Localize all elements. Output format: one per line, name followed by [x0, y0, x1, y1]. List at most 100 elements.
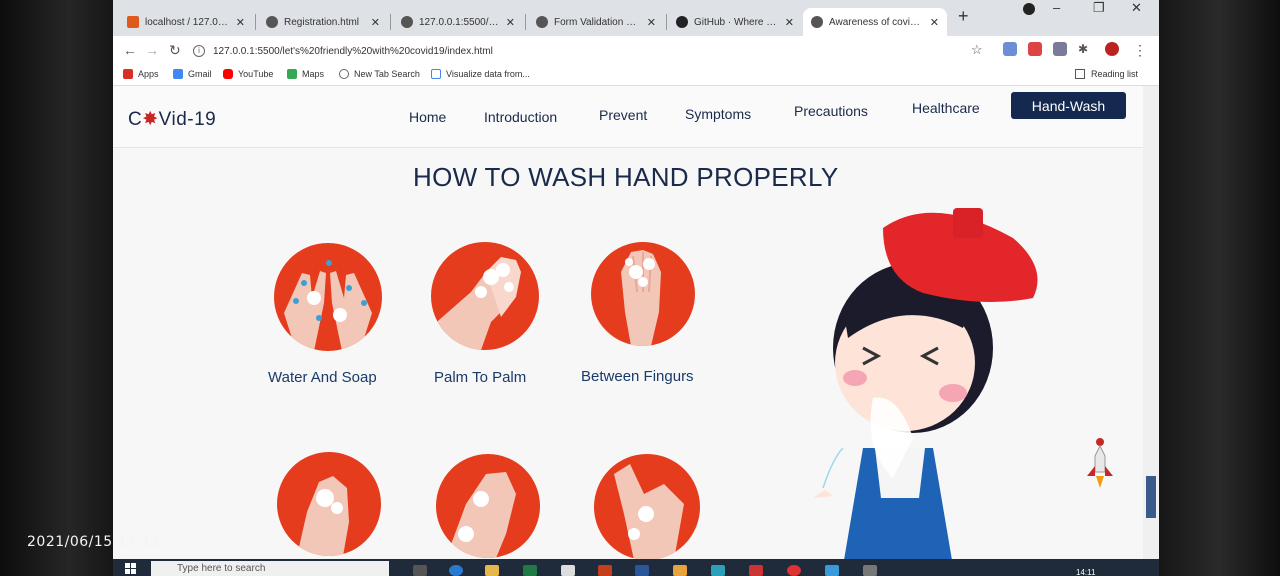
tab-github[interactable]: GitHub · Where softw ✕ [668, 8, 802, 36]
bookmark-label: Maps [302, 69, 325, 79]
globe-icon [536, 16, 548, 28]
close-icon[interactable]: ✕ [647, 16, 656, 29]
forward-icon[interactable]: → [145, 42, 159, 58]
close-icon[interactable]: ✕ [785, 16, 794, 29]
back-icon[interactable]: ← [123, 42, 137, 58]
word-icon[interactable] [635, 565, 649, 576]
restore-icon[interactable]: ❐ [1093, 0, 1105, 16]
bookmark-label: New Tab Search [354, 69, 420, 79]
browser-window: localhost / 127.0.0.1 / ✕ Registration.h… [113, 0, 1159, 566]
bookmark-visualize-data[interactable]: Visualize data from... [431, 69, 530, 79]
between-fingers-illustration [591, 242, 695, 346]
extension-icon[interactable] [1003, 42, 1017, 56]
tab-registration[interactable]: Registration.html ✕ [258, 8, 388, 36]
bookmark-star-icon[interactable]: ☆ [971, 42, 983, 58]
thumbs-illustration [594, 454, 700, 560]
tab-divider [255, 14, 256, 30]
taskbar-search-input[interactable]: Type here to search [151, 561, 389, 576]
close-window-icon[interactable]: ✕ [1131, 0, 1142, 16]
globe-icon [266, 16, 278, 28]
nav-hand-wash-button[interactable]: Hand-Wash [1011, 92, 1126, 119]
chrome-icon[interactable] [787, 565, 801, 576]
back-of-hands-illustration [277, 452, 381, 556]
youtube-icon [223, 69, 233, 79]
app-icon[interactable] [673, 565, 687, 576]
bookmark-label: Apps [138, 69, 159, 79]
tab-form-validation[interactable]: Form Validation Contr ✕ [528, 8, 664, 36]
apps-grid-icon [123, 69, 133, 79]
nav-precautions[interactable]: Precautions [794, 103, 868, 119]
nav-prevent[interactable]: Prevent [599, 107, 647, 123]
tab-label: Awareness of covid-1 [829, 16, 924, 28]
close-icon[interactable]: ✕ [236, 16, 245, 29]
task-view-icon[interactable] [413, 565, 427, 576]
rocket-icon[interactable] [1083, 436, 1117, 496]
hands-interlock-icon [446, 472, 516, 558]
monitor-bezel-right [1158, 0, 1280, 576]
app-icon[interactable] [711, 565, 725, 576]
tab-strip: localhost / 127.0.0.1 / ✕ Registration.h… [113, 0, 1159, 36]
extension-icon[interactable] [1028, 42, 1042, 56]
logo-text: Vid-19 [158, 109, 217, 130]
edge-icon[interactable] [449, 565, 463, 576]
new-tab-button[interactable]: + [958, 6, 969, 27]
interlocked-fingers-illustration [436, 454, 540, 558]
file-explorer-icon[interactable] [485, 565, 499, 576]
reading-list-button[interactable]: Reading list [1075, 69, 1138, 79]
app-icon[interactable] [749, 565, 763, 576]
tab-awareness-covid[interactable]: Awareness of covid-1 ✕ [803, 8, 947, 36]
nav-introduction[interactable]: Introduction [484, 109, 557, 125]
bookmark-youtube[interactable]: YouTube [223, 69, 273, 79]
hands-water-icon [284, 260, 372, 351]
tab-registr-local[interactable]: 127.0.0.1:5500/Registr ✕ [393, 8, 523, 36]
site-logo[interactable]: C✸Vid-19 [128, 108, 216, 131]
minimize-icon[interactable]: – [1053, 0, 1060, 15]
app-icon[interactable] [561, 565, 575, 576]
globe-icon [811, 16, 823, 28]
bookmark-label: Gmail [188, 69, 212, 79]
reload-icon[interactable]: ↻ [169, 42, 181, 59]
sick-girl-illustration [813, 208, 1038, 566]
scrollbar-thumb[interactable] [1146, 476, 1156, 518]
extension-icon[interactable] [1053, 42, 1067, 56]
search-icon [339, 69, 349, 79]
google-icon [173, 69, 183, 79]
bookmark-gmail[interactable]: Gmail [173, 69, 212, 79]
address-bar[interactable]: i 127.0.0.1:5500/let's%20friendly%20with… [193, 39, 973, 63]
bookmark-new-tab-search[interactable]: New Tab Search [339, 69, 420, 79]
tab-localhost[interactable]: localhost / 127.0.0.1 / ✕ [119, 8, 253, 36]
avatar[interactable] [1105, 42, 1119, 56]
nav-symptoms[interactable]: Symptoms [685, 106, 751, 122]
photo: localhost / 127.0.0.1 / ✕ Registration.h… [0, 0, 1280, 576]
nav-healthcare[interactable]: Healthcare [912, 100, 980, 116]
hands-back-icon [297, 476, 349, 556]
maps-icon [287, 69, 297, 79]
reading-list-label: Reading list [1091, 69, 1139, 79]
powerpoint-icon[interactable] [598, 565, 612, 576]
step-label-between-fingers: Between Fingurs [581, 368, 694, 385]
bookmark-maps[interactable]: Maps [287, 69, 324, 79]
hands-palm-icon [431, 257, 521, 350]
globe-icon [401, 16, 413, 28]
close-icon[interactable]: ✕ [371, 16, 380, 29]
puzzle-icon[interactable]: ✱ [1078, 42, 1088, 56]
step-label-water-and-soap: Water And Soap [268, 369, 377, 386]
site-info-icon[interactable]: i [193, 45, 205, 57]
menu-icon[interactable]: ⋮ [1133, 42, 1147, 59]
page-scrollbar[interactable] [1143, 86, 1159, 566]
windows-start-icon[interactable] [125, 563, 137, 575]
monitor-bezel-left [0, 0, 115, 576]
profile-icon[interactable] [1023, 3, 1035, 15]
hands-thumb-icon [614, 464, 684, 560]
close-icon[interactable]: ✕ [506, 16, 515, 29]
bookmark-apps[interactable]: Apps [123, 69, 159, 79]
close-icon[interactable]: ✕ [930, 16, 939, 29]
tab-label: Registration.html [284, 16, 360, 28]
nav-home[interactable]: Home [409, 109, 446, 125]
site-navbar: C✸Vid-19 Home Introduction Prevent Sympt… [113, 86, 1143, 148]
search-placeholder: Type here to search [177, 563, 266, 574]
tab-divider [390, 14, 391, 30]
app-icon[interactable] [863, 565, 877, 576]
excel-icon[interactable] [523, 565, 537, 576]
vscode-icon[interactable] [825, 565, 839, 576]
